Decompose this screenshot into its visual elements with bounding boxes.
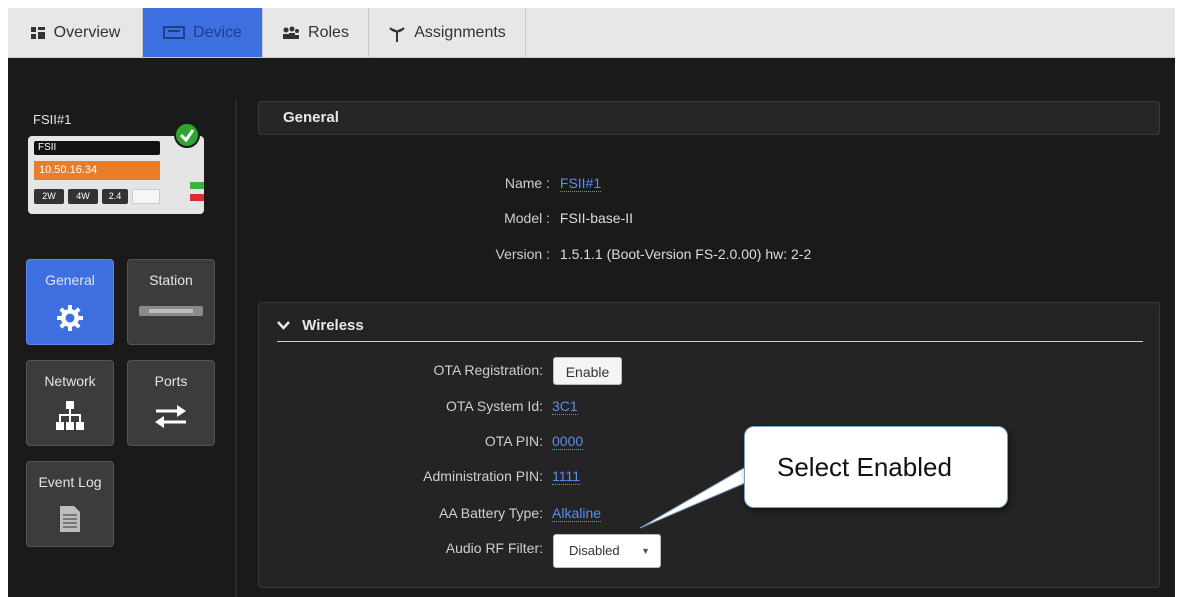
- device-name: FSII#1: [33, 112, 72, 127]
- nav-network[interactable]: Network: [26, 360, 114, 446]
- badge-4w: 4W: [68, 189, 98, 204]
- tab-assignments-label: Assignments: [414, 23, 506, 41]
- ota-pin-row: OTA PIN:: [300, 433, 543, 451]
- arrows-exchange-icon: [154, 403, 188, 432]
- tab-assignments[interactable]: Assignments: [369, 8, 526, 57]
- ota-system-id-label: OTA System Id:: [446, 398, 543, 414]
- port-red-icon: [190, 194, 204, 201]
- tab-bar: Overview Device Roles Assignments: [8, 8, 1175, 58]
- name-row: Name : FSII#1: [440, 175, 602, 192]
- sidebar-divider: [235, 100, 237, 597]
- version-label: Version :: [495, 246, 550, 262]
- version-value: 1.5.1.1 (Boot-Version FS-2.0.00) hw: 2-2: [559, 246, 812, 262]
- nav-network-label: Network: [44, 373, 96, 389]
- name-value[interactable]: FSII#1: [559, 175, 602, 192]
- model-value: FSII-base-II: [559, 210, 634, 226]
- caret-down-icon: ▼: [641, 546, 650, 556]
- audio-rf-filter-label: Audio RF Filter:: [445, 540, 543, 556]
- ota-registration-label: OTA Registration:: [433, 362, 543, 378]
- audio-rf-filter-select[interactable]: Disabled ▼: [553, 534, 661, 568]
- ota-registration-enable-button[interactable]: Enable: [553, 357, 622, 385]
- model-row: Model : FSII-base-II: [440, 210, 633, 226]
- nav-general[interactable]: General: [26, 259, 114, 345]
- ota-pin-value[interactable]: 0000: [552, 433, 584, 450]
- tab-device[interactable]: Device: [143, 8, 263, 57]
- name-label: Name :: [504, 175, 550, 191]
- nav-station[interactable]: Station: [127, 259, 215, 345]
- badge-blank: [132, 189, 160, 204]
- admin-pin-value[interactable]: 1111: [552, 468, 581, 485]
- ota-pin-label: OTA PIN:: [484, 433, 543, 449]
- port-green-icon: [190, 182, 204, 189]
- tab-roles-label: Roles: [308, 23, 349, 41]
- document-icon: [60, 506, 80, 535]
- nav-event-log-label: Event Log: [38, 474, 102, 490]
- audio-rf-filter-row: Audio RF Filter:: [300, 540, 543, 558]
- device-icon: [163, 25, 186, 40]
- chevron-down-icon: [277, 311, 290, 341]
- wireless-title: Wireless: [302, 317, 364, 334]
- nav-ports-label: Ports: [154, 373, 188, 389]
- tab-overview[interactable]: Overview: [8, 8, 143, 57]
- admin-pin-row: Administration PIN:: [300, 468, 543, 486]
- grid-icon: [30, 26, 46, 40]
- battery-type-row: AA Battery Type:: [300, 505, 543, 523]
- badge-2w: 2W: [34, 189, 64, 204]
- wireless-header[interactable]: Wireless: [277, 311, 1143, 342]
- model-label: Model :: [504, 210, 550, 226]
- ota-system-id-value[interactable]: 3C1: [552, 398, 578, 415]
- nav-general-label: General: [45, 272, 95, 288]
- general-panel-header: General: [258, 101, 1160, 135]
- device-ip: 10.50.16.34: [34, 161, 160, 180]
- gear-icon: [56, 304, 84, 335]
- audio-rf-filter-value: Disabled: [569, 543, 620, 558]
- nav-event-log[interactable]: Event Log: [26, 461, 114, 547]
- tab-device-label: Device: [193, 23, 242, 41]
- nav-station-label: Station: [149, 272, 193, 288]
- nav-ports[interactable]: Ports: [127, 360, 215, 446]
- battery-type-label: AA Battery Type:: [438, 505, 543, 521]
- admin-pin-label: Administration PIN:: [423, 468, 543, 484]
- badge-2-4: 2.4: [102, 189, 128, 204]
- station-icon: [139, 304, 203, 320]
- network-icon: [56, 401, 84, 436]
- ota-registration-row: OTA Registration:: [300, 362, 543, 380]
- ota-system-id-row: OTA System Id:: [300, 398, 543, 416]
- version-row: Version : 1.5.1.1 (Boot-Version FS-2.0.0…: [440, 246, 812, 262]
- check-icon: [174, 122, 200, 148]
- device-card[interactable]: FSII 10.50.16.34 2W 4W 2.4: [28, 136, 204, 214]
- tab-overview-label: Overview: [53, 23, 121, 41]
- device-model-badge: FSII: [34, 141, 160, 155]
- antenna-icon: [388, 26, 406, 42]
- users-icon: [282, 26, 300, 40]
- battery-type-value[interactable]: Alkaline: [552, 505, 602, 522]
- callout-annotation: Select Enabled: [744, 426, 1008, 508]
- tab-roles[interactable]: Roles: [263, 8, 369, 57]
